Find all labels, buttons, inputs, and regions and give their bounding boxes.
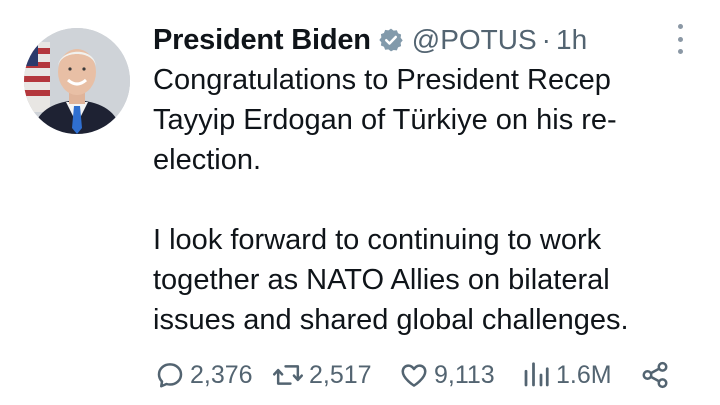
tweet-paragraph: I look forward to continuing to work tog…: [153, 224, 629, 336]
retweet-count: 2,517: [309, 360, 372, 389]
tweet-actions: 2,376 2,517 9,113 1.6M: [155, 358, 675, 392]
tweet-paragraph: Congratulations to President Recep Tayyi…: [153, 64, 617, 176]
reply-count: 2,376: [190, 360, 253, 389]
author-handle[interactable]: @POTUS: [412, 24, 537, 56]
more-dot: [677, 49, 683, 54]
like-button[interactable]: 9,113: [399, 360, 495, 390]
share-icon: [642, 361, 668, 389]
avatar-photo: [24, 28, 130, 134]
retweet-button[interactable]: 2,517: [272, 360, 372, 390]
reply-button[interactable]: 2,376: [155, 360, 253, 390]
author-name[interactable]: President Biden: [153, 24, 371, 57]
tweet-timestamp[interactable]: 1h: [556, 24, 587, 56]
separator-dot: ·: [541, 24, 551, 55]
tweet-header: President Biden @POTUS · 1h: [153, 22, 587, 58]
avatar[interactable]: [24, 28, 130, 134]
tweet[interactable]: President Biden @POTUS · 1h Congratulati…: [0, 0, 720, 405]
more-vertical-icon[interactable]: [672, 24, 688, 54]
more-dot: [677, 36, 683, 42]
views-count: 1.6M: [556, 360, 612, 389]
like-count: 9,113: [434, 360, 495, 389]
retweet-icon: [272, 365, 304, 385]
views-icon: [524, 362, 549, 387]
views-button[interactable]: 1.6M: [521, 360, 612, 390]
share-button[interactable]: [640, 360, 670, 390]
verified-badge-icon[interactable]: [378, 27, 404, 53]
more-dot: [677, 24, 683, 29]
tweet-text: Congratulations to President Recep Tayyi…: [153, 60, 693, 340]
reply-icon: [157, 363, 183, 388]
heart-icon: [401, 364, 427, 387]
